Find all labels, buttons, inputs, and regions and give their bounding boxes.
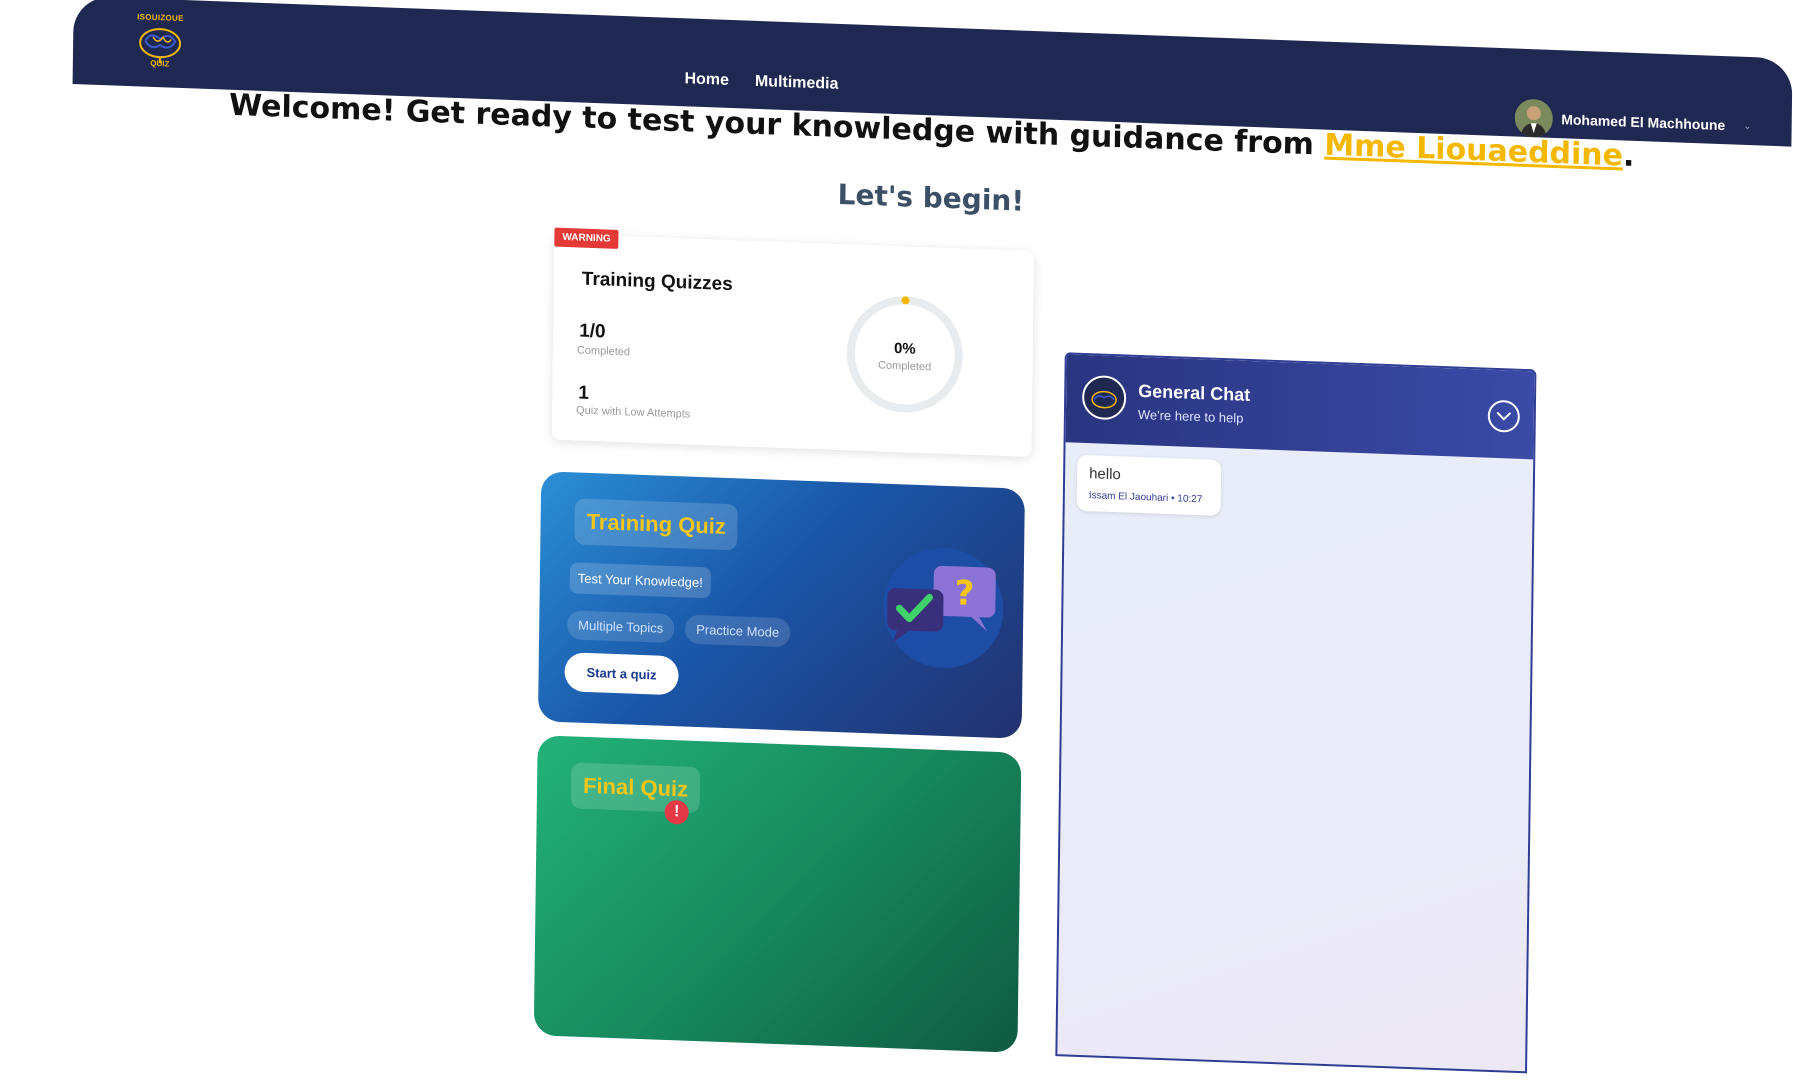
training-stats-card: WARNING Training Quizzes 1/0 Completed 1… (552, 234, 1034, 457)
chat-collapse-button[interactable] (1488, 400, 1520, 433)
stats-title: Training Quizzes (582, 269, 733, 296)
training-quiz-tagline: Test Your Knowledge! (570, 562, 711, 598)
training-quiz-title-box: Training Quiz (574, 498, 738, 550)
svg-text:?: ? (954, 573, 974, 614)
chevron-down-icon (1490, 402, 1518, 431)
training-quiz-card: Training Quiz Test Your Knowledge! Multi… (538, 471, 1025, 739)
alert-icon: ! (665, 800, 689, 825)
chat-title: General Chat (1138, 381, 1250, 406)
completed-value: 1/0 (579, 321, 606, 344)
warning-badge: WARNING (554, 228, 619, 249)
brain-logo-icon (1084, 377, 1125, 418)
logo-text-bottom: QUIZ (133, 58, 187, 69)
low-attempts-label: Quiz with Low Attempts (576, 404, 690, 420)
chip-multiple-topics: Multiple Topics (567, 610, 674, 643)
welcome-suffix: . (1623, 138, 1635, 173)
chip-practice-mode: Practice Mode (685, 615, 790, 648)
user-avatar (1515, 99, 1553, 138)
chevron-down-icon: ⌄ (1743, 120, 1752, 131)
chat-message-text: hello (1089, 465, 1209, 486)
logo-text-top: ISOUIZOUE (133, 12, 187, 23)
nav-multimedia-link[interactable]: Multimedia (755, 73, 839, 94)
chat-subtitle: We're here to help (1138, 407, 1244, 426)
chat-header: General Chat We're here to help (1066, 354, 1535, 459)
user-photo-icon (1515, 99, 1553, 138)
training-quiz-title: Training Quiz (586, 509, 726, 539)
nav-home-link[interactable]: Home (684, 70, 729, 90)
start-quiz-button[interactable]: Start a quiz (564, 652, 679, 695)
final-quiz-title: Final Quiz (583, 773, 688, 802)
chat-message-meta: Issam El Jaouhari • 10:27 (1089, 490, 1209, 505)
general-chat-panel: General Chat We're here to help hello Is… (1055, 352, 1536, 1073)
completed-label: Completed (577, 344, 630, 358)
main-nav: Home Multimedia (684, 70, 838, 94)
final-quiz-card: Final Quiz ! (534, 735, 1022, 1053)
chat-message: hello Issam El Jaouhari • 10:27 (1077, 455, 1222, 516)
quiz-chat-bubbles-icon: ? (879, 544, 1009, 673)
low-attempts-value: 1 (578, 383, 589, 405)
user-name: Mohamed El Machhoune (1561, 111, 1725, 133)
chat-brand-avatar (1082, 375, 1127, 421)
